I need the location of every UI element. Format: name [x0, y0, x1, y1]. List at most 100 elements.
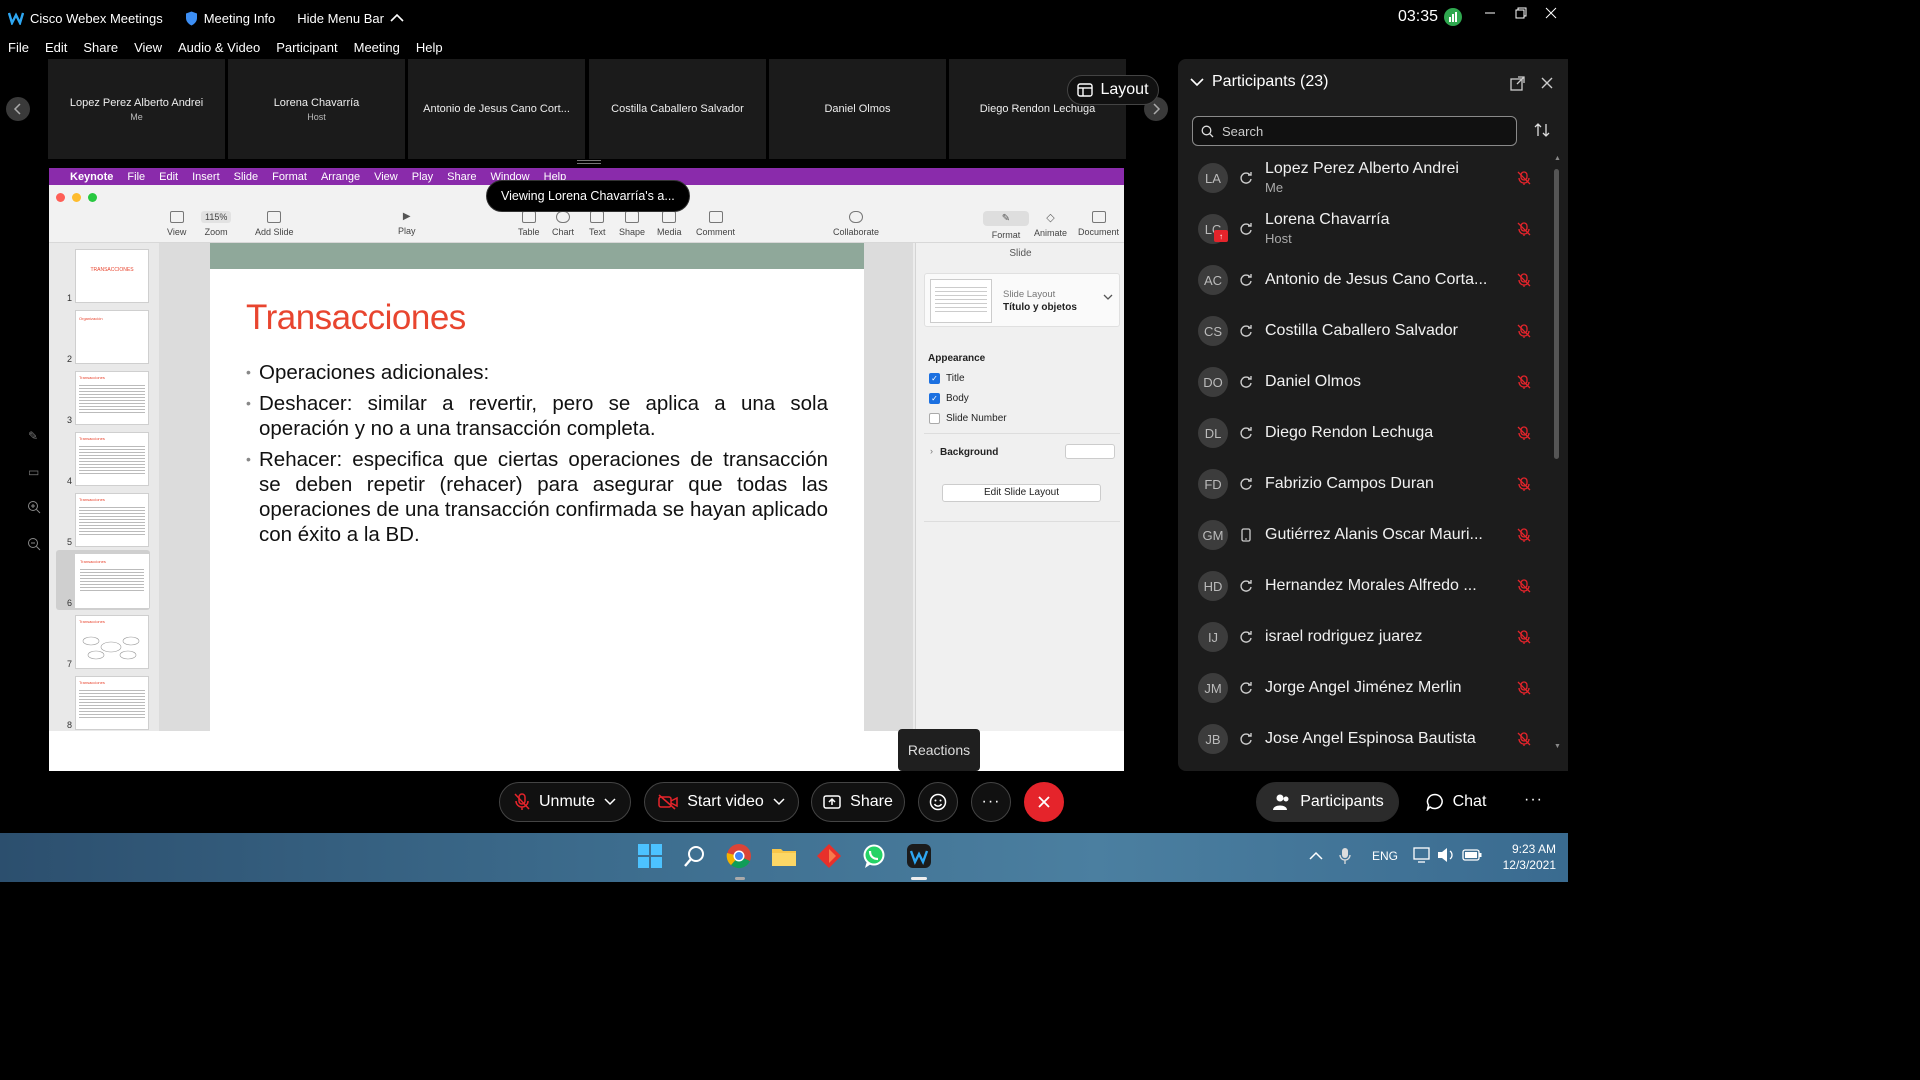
video-tile[interactable]: Lopez Perez Alberto Andrei Me — [48, 59, 225, 159]
participant-row[interactable]: JM Jorge Angel Jiménez Merlin — [1198, 666, 1538, 710]
end-meeting-button[interactable] — [1024, 782, 1064, 822]
muted-mic-icon[interactable] — [1516, 221, 1532, 237]
webex-app-icon[interactable] — [906, 843, 934, 871]
chat-button[interactable]: Chat — [1411, 782, 1501, 822]
participant-row[interactable]: LA Lopez Perez Alberto Andrei Me — [1198, 156, 1538, 200]
scroll-up-icon[interactable]: ▲ — [1554, 155, 1561, 162]
zoom-out-icon[interactable] — [27, 537, 41, 551]
video-tile[interactable]: Diego Rendon Lechuga — [949, 59, 1126, 159]
menu-participant[interactable]: Participant — [276, 40, 337, 55]
muted-mic-icon[interactable] — [1516, 476, 1532, 492]
video-tile[interactable]: Daniel Olmos — [769, 59, 946, 159]
participant-scrollbar[interactable]: ▲ ▼ — [1554, 155, 1561, 755]
strip-prev-button[interactable] — [6, 97, 30, 121]
battery-icon[interactable] — [1462, 849, 1482, 861]
layout-button[interactable]: Layout — [1067, 75, 1159, 105]
restore-icon[interactable] — [1514, 6, 1528, 20]
muted-mic-icon[interactable] — [1516, 272, 1532, 288]
menu-edit[interactable]: Edit — [45, 40, 67, 55]
video-tile[interactable]: Costilla Caballero Salvador — [589, 59, 766, 159]
close-window-icon[interactable] — [1544, 6, 1558, 20]
chrome-icon[interactable] — [726, 843, 754, 871]
participant-row[interactable]: LC ↑ Lorena Chavarría Host — [1198, 207, 1538, 251]
participants-button[interactable]: Participants — [1256, 782, 1399, 822]
participant-row[interactable]: DO Daniel Olmos — [1198, 360, 1538, 404]
network-quality-icon[interactable] — [1444, 8, 1462, 26]
search-icon[interactable] — [682, 843, 710, 871]
participant-row[interactable]: AC Antonio de Jesus Cano Corta... — [1198, 258, 1538, 302]
slide-thumbnail: Transacciones — [75, 493, 149, 547]
office-app-icon[interactable] — [816, 843, 844, 871]
clock-date: 12/3/2021 — [1502, 858, 1556, 872]
menu-share[interactable]: Share — [83, 40, 118, 55]
volume-icon[interactable] — [1437, 847, 1455, 863]
participant-row[interactable]: CS Costilla Caballero Salvador — [1198, 309, 1538, 353]
participants-header[interactable]: Participants (23) — [1190, 73, 1329, 91]
thumb-title: Organización — [79, 316, 103, 321]
participant-row[interactable]: FD Fabrizio Campos Duran — [1198, 462, 1538, 506]
shield-icon — [185, 11, 198, 26]
participant-row[interactable]: DL Diego Rendon Lechuga — [1198, 411, 1538, 455]
muted-mic-icon[interactable] — [1516, 374, 1532, 390]
file-explorer-icon[interactable] — [771, 843, 799, 871]
share-button[interactable]: Share — [811, 782, 905, 822]
participant-search-input[interactable]: Search — [1192, 116, 1517, 146]
pen-icon[interactable]: ✎ — [28, 429, 38, 443]
sync-icon — [1240, 223, 1252, 235]
participant-row[interactable]: HD Hernandez Morales Alfredo ... — [1198, 564, 1538, 608]
muted-mic-icon[interactable] — [1516, 578, 1532, 594]
language-indicator[interactable]: ENG — [1372, 849, 1398, 863]
shared-screen[interactable]: Keynote File Edit Insert Slide Format Ar… — [49, 168, 1124, 771]
scroll-down-icon[interactable]: ▼ — [1554, 743, 1561, 750]
participant-row[interactable]: IJ israel rodriguez juarez — [1198, 615, 1538, 659]
kt-comment: Comment — [696, 211, 735, 237]
scrollbar-thumb[interactable] — [1554, 169, 1559, 459]
minimize-icon[interactable] — [1483, 6, 1497, 20]
muted-mic-icon[interactable] — [1516, 323, 1532, 339]
slide-number: 1 — [67, 293, 73, 303]
menu-view[interactable]: View — [134, 40, 162, 55]
muted-mic-icon[interactable] — [1516, 170, 1532, 186]
more-icon[interactable]: ··· — [1524, 791, 1543, 809]
meeting-info-button[interactable]: Meeting Info — [185, 11, 275, 26]
muted-mic-icon[interactable] — [1516, 629, 1532, 645]
muted-mic-icon[interactable] — [1516, 527, 1532, 543]
muted-mic-icon[interactable] — [1516, 680, 1532, 696]
muted-mic-icon[interactable] — [1516, 731, 1532, 747]
chevron-up-icon[interactable] — [1309, 851, 1323, 861]
reactions-button[interactable] — [918, 782, 958, 822]
video-tile[interactable]: Lorena Chavarría Host — [228, 59, 405, 159]
microphone-icon[interactable] — [1339, 847, 1351, 865]
muted-mic-icon[interactable] — [1516, 425, 1532, 441]
menu-audio-video[interactable]: Audio & Video — [178, 40, 260, 55]
menu-file[interactable]: File — [8, 40, 29, 55]
network-icon[interactable] — [1413, 847, 1431, 863]
participant-row[interactable]: JB Jose Angel Espinosa Bautista — [1198, 717, 1538, 761]
eraser-icon[interactable]: ▭ — [28, 465, 39, 479]
participant-role: Me — [1265, 180, 1284, 195]
thumb-text-lines — [79, 444, 145, 476]
menu-help[interactable]: Help — [416, 40, 443, 55]
unmute-button[interactable]: Unmute — [499, 782, 631, 822]
share-resize-handle[interactable] — [577, 160, 601, 164]
zoom-in-icon[interactable] — [27, 500, 41, 514]
menu-meeting[interactable]: Meeting — [354, 40, 400, 55]
clock[interactable]: 9:23 AM 12/3/2021 — [1494, 841, 1556, 873]
windows-start-icon[interactable] — [637, 843, 665, 871]
sort-icon[interactable] — [1534, 122, 1550, 138]
pop-out-icon[interactable] — [1510, 76, 1525, 91]
chevron-down-icon — [773, 798, 785, 806]
app-running-indicator — [735, 877, 745, 880]
whatsapp-icon[interactable] — [861, 843, 889, 871]
start-video-button[interactable]: Start video — [644, 782, 799, 822]
kt-shape-label: Shape — [619, 227, 646, 237]
more-options-button[interactable]: ··· — [971, 782, 1011, 822]
checkbox-checked-icon: ✓ — [929, 373, 940, 384]
video-tile[interactable]: Antonio de Jesus Cano Cort... — [408, 59, 585, 159]
thumb-title: Transacciones — [79, 619, 105, 624]
participant-row[interactable]: GM Gutiérrez Alanis Oscar Mauri... — [1198, 513, 1538, 557]
slide-number-checkbox-label: Slide Number — [946, 413, 1007, 424]
appearance-heading: Appearance — [928, 353, 986, 364]
close-panel-icon[interactable] — [1540, 76, 1554, 90]
hide-menu-bar-button[interactable]: Hide Menu Bar — [297, 11, 404, 26]
